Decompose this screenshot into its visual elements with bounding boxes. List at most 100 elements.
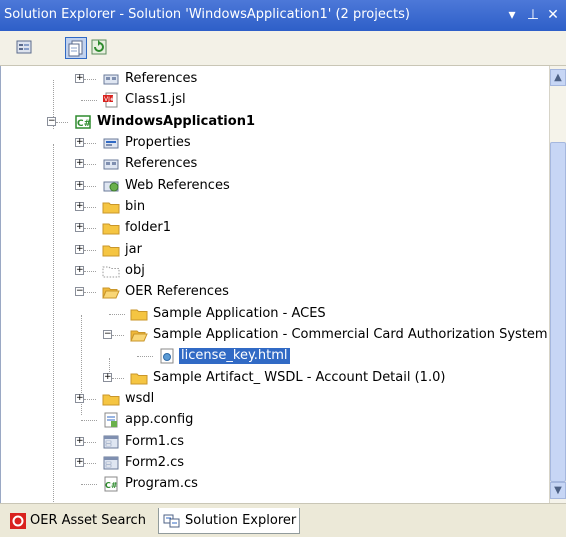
tree-node[interactable]: + Properties xyxy=(1,133,541,154)
references-icon xyxy=(102,156,120,172)
html-file-icon xyxy=(158,348,176,364)
tree-node[interactable]: + obj xyxy=(1,261,541,282)
solution-explorer-icon xyxy=(163,514,180,528)
open-folder-icon xyxy=(102,284,120,300)
form-file-icon xyxy=(102,455,120,471)
tree-node[interactable]: − Sample Application - Commercial Card Au… xyxy=(1,325,548,346)
tree-node-label: jar xyxy=(125,242,142,257)
collapse-button[interactable]: − xyxy=(103,330,112,339)
tree-node[interactable]: + References xyxy=(1,69,541,90)
tree-node[interactable]: + jar xyxy=(1,240,541,261)
folder-icon xyxy=(102,242,120,258)
tab-label: Solution Explorer xyxy=(185,513,297,528)
tree-node-label: bin xyxy=(125,199,146,214)
tree-node-label: folder1 xyxy=(125,220,172,235)
tree-node-label: obj xyxy=(125,263,145,278)
folder-icon xyxy=(102,391,120,407)
tree-node-label: Form2.cs xyxy=(125,455,185,470)
folder-icon xyxy=(130,306,148,322)
tree-node-label: Program.cs xyxy=(125,476,198,491)
open-folder-icon xyxy=(130,327,148,343)
expand-button[interactable]: + xyxy=(75,458,84,467)
tree-node-label: wsdl xyxy=(125,391,155,406)
expand-button[interactable]: + xyxy=(75,138,84,147)
expand-button[interactable]: + xyxy=(75,266,84,275)
tree-node[interactable]: + References xyxy=(1,154,541,175)
folder-icon xyxy=(130,370,148,386)
tab-solution-explorer[interactable]: Solution Explorer xyxy=(158,508,300,534)
toolbar xyxy=(0,31,566,66)
tree-node[interactable]: + wsdl xyxy=(1,389,541,410)
properties-folder-icon xyxy=(102,135,120,151)
jsl-file-icon: VJ# xyxy=(102,92,120,108)
tree-node-label: Web References xyxy=(125,178,230,193)
tab-strip: OER Asset Search Solution Explorer xyxy=(0,503,566,537)
tree-node[interactable]: app.config xyxy=(1,410,541,431)
title-bar: Solution Explorer - Solution 'WindowsApp… xyxy=(0,0,566,31)
config-file-icon xyxy=(102,412,120,428)
tree-node-label: Properties xyxy=(125,135,191,150)
expand-button[interactable]: + xyxy=(75,181,84,190)
tree-node[interactable]: + Sample Artifact_ WSDL - Account Detail … xyxy=(1,368,541,389)
refresh-icon xyxy=(91,39,107,55)
expand-button[interactable]: + xyxy=(75,245,84,254)
tree-node[interactable]: + bin xyxy=(1,197,541,218)
tree-node[interactable]: license_key.html xyxy=(1,346,541,367)
hidden-folder-icon xyxy=(102,263,120,279)
csharp-project-icon: C# xyxy=(74,114,92,130)
refresh-button[interactable] xyxy=(89,37,111,59)
folder-icon xyxy=(102,220,120,236)
window-position-dropdown-button[interactable]: ▾ xyxy=(503,5,521,25)
csharp-file-icon: C# xyxy=(102,476,120,492)
tree-node[interactable]: + Web References xyxy=(1,176,541,197)
tree-node[interactable]: + Form1.cs xyxy=(1,432,541,453)
expand-button[interactable]: + xyxy=(75,223,84,232)
show-all-files-button[interactable] xyxy=(65,37,87,59)
properties-button[interactable] xyxy=(14,37,36,59)
expand-button[interactable]: + xyxy=(75,394,84,403)
tree-node[interactable]: − OER References xyxy=(1,282,541,303)
show-all-files-icon xyxy=(68,40,83,57)
collapse-button[interactable]: − xyxy=(47,117,56,126)
tree-node-label: Class1.jsl xyxy=(125,92,186,107)
tab-oer-asset-search[interactable]: OER Asset Search xyxy=(8,508,156,534)
svg-text:VJ#: VJ# xyxy=(104,96,115,103)
expand-button[interactable]: + xyxy=(103,373,112,382)
tree-node[interactable]: + folder1 xyxy=(1,218,541,239)
expand-button[interactable]: + xyxy=(75,202,84,211)
tree-node[interactable]: − C# WindowsApplication1 xyxy=(1,112,541,133)
window-title: Solution Explorer - Solution 'WindowsApp… xyxy=(4,7,410,22)
tree-node-label: References xyxy=(125,156,198,171)
form-file-icon xyxy=(102,434,120,450)
tree-node-label: Sample Application - Commercial Card Aut… xyxy=(153,327,548,342)
expand-button[interactable]: + xyxy=(75,74,84,83)
folder-icon xyxy=(102,199,120,215)
properties-icon xyxy=(16,40,32,54)
tree-node-label: WindowsApplication1 xyxy=(97,114,255,129)
tree-node-label: license_key.html xyxy=(178,347,291,365)
close-button[interactable]: ✕ xyxy=(544,5,562,25)
expand-button[interactable]: + xyxy=(75,159,84,168)
vertical-scrollbar[interactable]: ▲ ▼ xyxy=(549,66,566,503)
tree-node-label: OER References xyxy=(125,284,229,299)
tree-node[interactable]: C# Program.cs xyxy=(1,474,541,495)
tree-node-label: app.config xyxy=(125,412,194,427)
oer-icon xyxy=(10,513,26,529)
references-icon xyxy=(102,71,120,87)
solution-tree[interactable]: + References VJ# Class1.jsl − C# WindowsApplic… xyxy=(0,66,549,503)
scroll-up-button[interactable]: ▲ xyxy=(550,69,566,86)
scrollbar-thumb[interactable] xyxy=(550,142,566,482)
svg-text:C#: C# xyxy=(105,481,118,490)
tree-node[interactable]: VJ# Class1.jsl xyxy=(1,90,541,111)
tree-node-label: Sample Application - ACES xyxy=(153,306,326,321)
web-references-icon xyxy=(102,178,120,194)
collapse-button[interactable]: − xyxy=(75,287,84,296)
tree-node[interactable]: + Form2.cs xyxy=(1,453,541,474)
tree-node[interactable]: Sample Application - ACES xyxy=(1,304,541,325)
auto-hide-pin-button[interactable]: ⊥ xyxy=(524,5,542,25)
tree-node-label: Form1.cs xyxy=(125,434,185,449)
expand-button[interactable]: + xyxy=(75,437,84,446)
scroll-down-button[interactable]: ▼ xyxy=(550,482,566,499)
tree-node-label: References xyxy=(125,71,198,86)
tab-label: OER Asset Search xyxy=(30,513,146,528)
